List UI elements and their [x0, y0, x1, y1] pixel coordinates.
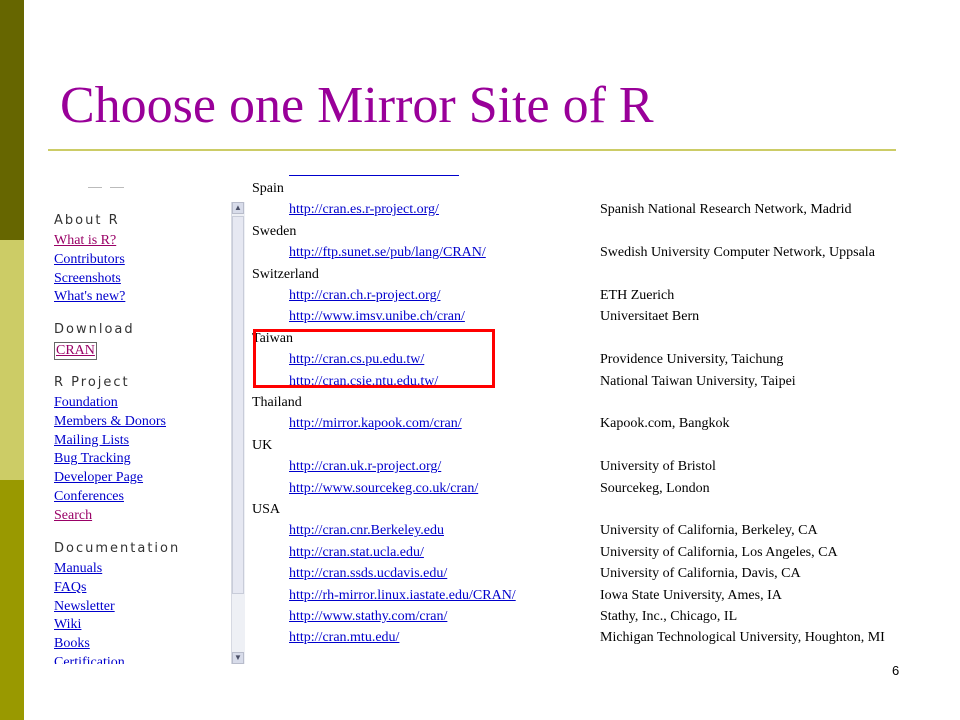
mirror-url-link[interactable]: http://cran.ssds.ucdavis.edu/	[289, 566, 447, 582]
mirror-url-link[interactable]: http://mirror.kapook.com/cran/	[289, 416, 462, 432]
mirror-institution: University of Bristol	[600, 459, 716, 475]
sidebar-link-members-donors[interactable]: Members & Donors	[54, 413, 166, 432]
scrollbar-thumb[interactable]	[232, 216, 244, 594]
mirror-institution: Providence University, Taichung	[600, 352, 784, 368]
mirror-url-link[interactable]: http://cran.stat.ucla.edu/	[289, 545, 424, 561]
sidebar-heading-about: About R	[54, 213, 120, 228]
sidebar-link-developer-page[interactable]: Developer Page	[54, 469, 166, 488]
scroll-down-icon[interactable]: ▼	[232, 652, 244, 664]
mirror-url-link[interactable]: http://ftp.sunet.se/pub/lang/CRAN/	[289, 245, 486, 261]
slide-title: Choose one Mirror Site of R	[60, 77, 654, 134]
mirror-institution: Swedish University Computer Network, Upp…	[600, 245, 875, 261]
mirror-list: Spain http://cran.es.r-project.org/Spanis…	[252, 172, 928, 664]
country-heading: Spain	[252, 181, 284, 196]
cran-screenshot: About R What is R? Contributors Screensh…	[48, 172, 928, 664]
mirror-institution: University of California, Berkeley, CA	[600, 523, 818, 539]
mirror-url-link[interactable]: http://cran.ch.r-project.org/	[289, 288, 440, 304]
country-heading: USA	[252, 502, 281, 517]
sidebar-link-mailing-lists[interactable]: Mailing Lists	[54, 432, 166, 451]
decorative-bar-middle	[0, 240, 24, 480]
title-divider	[48, 149, 896, 151]
mirror-institution: University of California, Davis, CA	[600, 566, 801, 582]
sidebar-link-certification[interactable]: Certification	[54, 654, 180, 664]
country-heading: Sweden	[252, 223, 297, 239]
sidebar-heading-r-project: R Project	[54, 375, 130, 390]
sidebar-link-foundation[interactable]: Foundation	[54, 394, 166, 413]
sidebar-section-download: Download CRAN	[54, 321, 135, 360]
country-heading: UK	[252, 437, 273, 453]
mirror-institution: Michigan Technological University, Hough…	[600, 630, 885, 646]
sidebar-link-contributors[interactable]: Contributors	[54, 251, 125, 270]
sidebar-link-faqs[interactable]: FAQs	[54, 579, 180, 598]
mirror-institution: Universitaet Bern	[600, 309, 700, 325]
mirror-institution: Spanish National Research Network, Madri…	[600, 202, 852, 218]
sidebar-link-wiki[interactable]: Wiki	[54, 616, 180, 635]
sidebar-scrollbar[interactable]: ▲ ▼	[231, 202, 245, 664]
scroll-up-icon[interactable]: ▲	[232, 202, 244, 214]
mirror-url-link[interactable]: http://cran.uk.r-project.org/	[289, 459, 441, 475]
mirror-url-link[interactable]: http://www.sourcekeg.co.uk/cran/	[289, 481, 478, 497]
mirror-url-link[interactable]: http://www.imsv.unibe.ch/cran/	[289, 309, 465, 325]
sidebar-section-documentation: Documentation Manuals FAQs Newsletter Wi…	[54, 540, 180, 664]
mirror-institution: National Taiwan University, Taipei	[600, 373, 796, 389]
sidebar-heading-download: Download	[54, 322, 135, 337]
mirror-institution: ETH Zuerich	[600, 288, 675, 303]
decorative-bar-bottom	[0, 480, 24, 720]
mirror-url-link[interactable]: http://rh-mirror.linux.iastate.edu/CRAN/	[289, 588, 516, 604]
country-heading: Switzerland	[252, 266, 319, 282]
mirror-url-link[interactable]: http://www.stathy.com/cran/	[289, 609, 447, 625]
sidebar-section-about: About R What is R? Contributors Screensh…	[54, 212, 125, 307]
mirror-institution: University of California, Los Angeles, C…	[600, 544, 838, 560]
mirror-institution: Sourcekeg, London	[600, 480, 710, 496]
decorative-bar-top	[0, 0, 24, 240]
sidebar-link-cran[interactable]: CRAN	[54, 342, 97, 360]
sidebar-link-manuals[interactable]: Manuals	[54, 560, 180, 579]
sidebar-link-books[interactable]: Books	[54, 635, 180, 654]
sidebar-heading-documentation: Documentation	[54, 541, 181, 556]
sidebar-link-screenshots[interactable]: Screenshots	[54, 270, 125, 289]
mirror-url-link[interactable]: http://cran.cnr.Berkeley.edu	[289, 523, 444, 539]
r-sidebar-nav: About R What is R? Contributors Screensh…	[48, 172, 245, 664]
truncated-link-fragment	[289, 175, 459, 176]
taiwan-highlight-box	[253, 329, 495, 388]
sidebar-link-bug-tracking[interactable]: Bug Tracking	[54, 450, 166, 469]
sidebar-top-fragment	[88, 175, 136, 188]
page-number: 6	[892, 663, 900, 678]
sidebar-link-newsletter[interactable]: Newsletter	[54, 598, 180, 617]
mirror-institution: Kapook.com, Bangkok	[600, 416, 730, 432]
mirror-institution: Stathy, Inc., Chicago, IL	[600, 609, 738, 624]
sidebar-link-search[interactable]: Search	[54, 507, 166, 526]
mirror-url-link[interactable]: http://cran.mtu.edu/	[289, 630, 399, 646]
sidebar-link-conferences[interactable]: Conferences	[54, 488, 166, 507]
mirror-institution: Iowa State University, Ames, IA	[600, 587, 782, 603]
sidebar-section-r-project: R Project Foundation Members & Donors Ma…	[54, 374, 166, 526]
mirror-url-link[interactable]: http://cran.es.r-project.org/	[289, 202, 439, 218]
sidebar-link-what-is-r[interactable]: What is R?	[54, 232, 125, 251]
country-heading: Thailand	[252, 395, 302, 410]
sidebar-link-whats-new[interactable]: What's new?	[54, 288, 125, 307]
